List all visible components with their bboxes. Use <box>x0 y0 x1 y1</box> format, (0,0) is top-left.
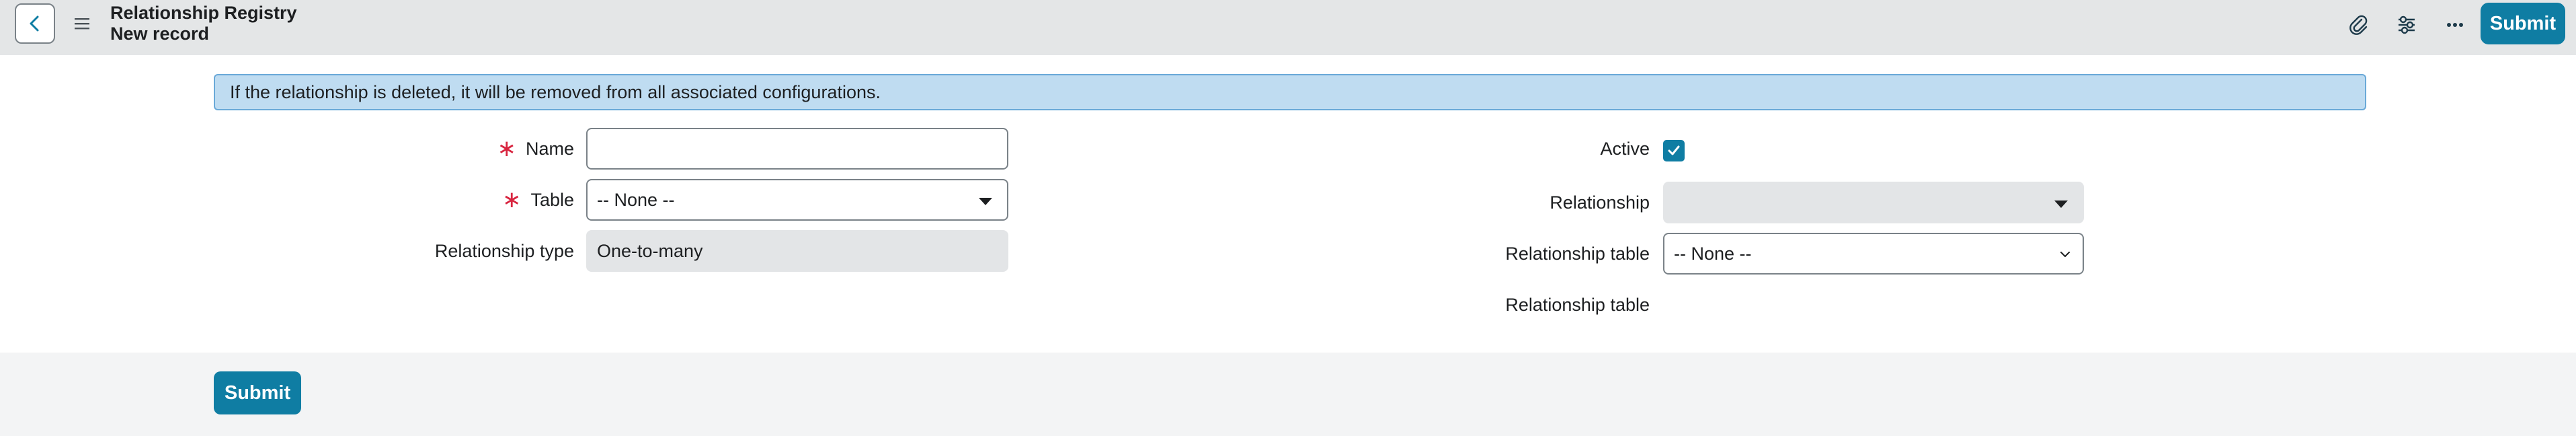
info-message-text: If the relationship is deleted, it will … <box>230 81 881 102</box>
caret-down-icon <box>979 198 992 205</box>
relationship-table-select-value: -- None -- <box>1674 243 1752 264</box>
relationship-table-select[interactable]: -- None -- <box>1663 233 2084 275</box>
required-indicator: ∗ <box>501 187 522 213</box>
title-record-state: New record <box>110 24 210 44</box>
relationship-type-field: One-to-many <box>586 230 1008 272</box>
back-button[interactable] <box>15 3 55 44</box>
table-label: ∗ Table <box>403 179 574 221</box>
name-field[interactable] <box>586 128 1008 170</box>
relationship-type-value: One-to-many <box>597 240 703 261</box>
caret-down-icon <box>2054 201 2068 208</box>
table-select[interactable]: -- None -- <box>586 179 1008 221</box>
table-select-value: -- None -- <box>597 189 675 210</box>
table-label-text: Table <box>530 189 574 210</box>
name-label-text: Name <box>525 138 574 159</box>
menu-icon[interactable] <box>73 16 93 31</box>
chevron-down-icon <box>2060 252 2070 257</box>
required-indicator: ∗ <box>497 136 516 161</box>
relationship-type-label: Relationship type <box>434 240 574 261</box>
submit-button-header[interactable]: Submit <box>2481 3 2565 44</box>
personalize-form-button[interactable] <box>2393 11 2420 38</box>
relationship-table-label: Relationship table <box>1505 243 1650 264</box>
paperclip-icon <box>2349 15 2368 35</box>
form-header: Relationship Registry New record Submit <box>0 0 2576 55</box>
form-footer <box>0 353 2576 436</box>
page-title: Relationship Registry New record <box>110 3 297 44</box>
relationship-table-static-label: Relationship table <box>1505 294 1650 315</box>
title-table-name: Relationship Registry <box>110 3 297 23</box>
active-checkbox[interactable] <box>1663 140 1685 161</box>
info-message-banner: If the relationship is deleted, it will … <box>214 74 2366 110</box>
attachment-button[interactable] <box>2345 11 2372 38</box>
more-icon <box>2447 23 2463 27</box>
submit-button-footer[interactable]: Submit <box>214 371 301 414</box>
relationship-label: Relationship <box>1549 192 1650 213</box>
name-label: ∗ Name <box>403 128 574 170</box>
more-options-button[interactable] <box>2442 11 2468 38</box>
active-label: Active <box>1600 138 1650 159</box>
relationship-select[interactable] <box>1663 182 2084 223</box>
back-icon <box>30 15 39 32</box>
checkmark-icon <box>1668 145 1680 155</box>
sliders-icon <box>2399 15 2415 34</box>
